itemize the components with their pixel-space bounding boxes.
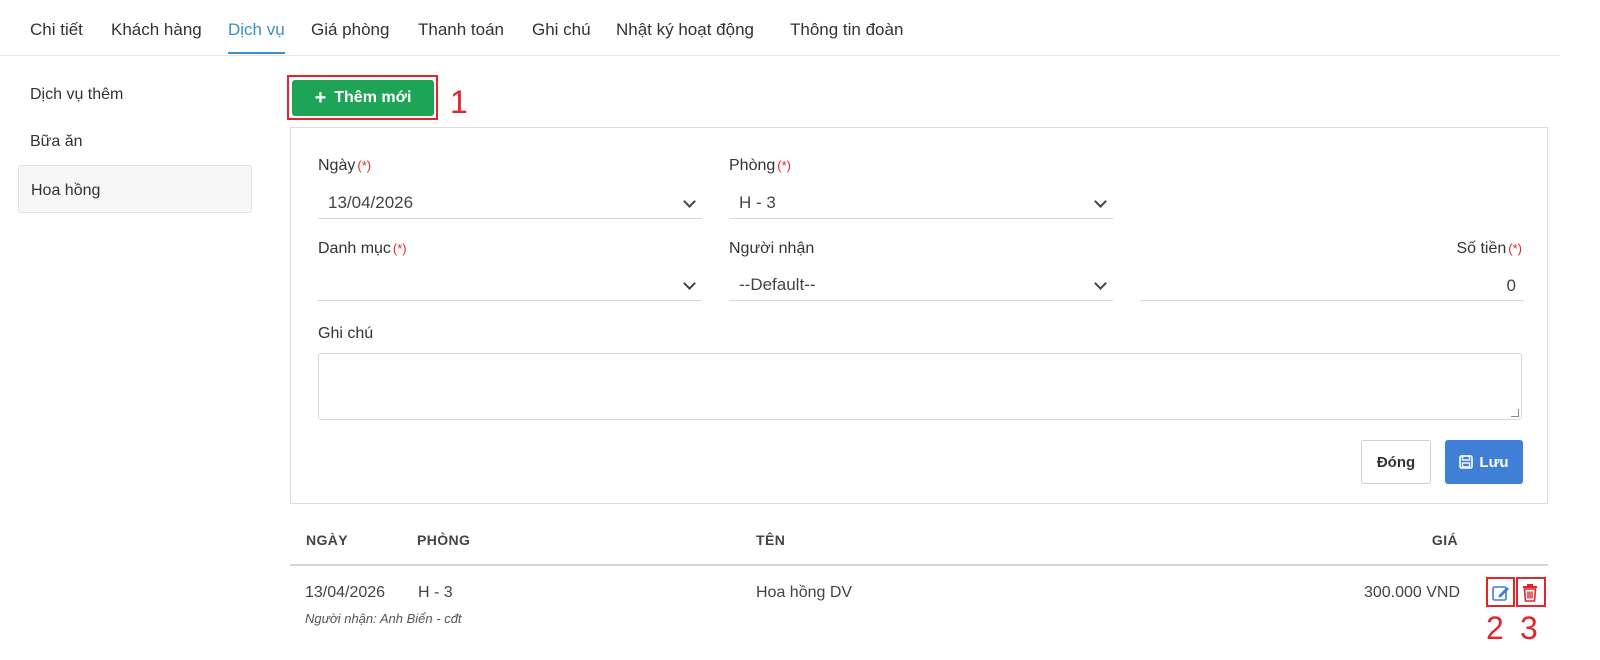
service-form-panel xyxy=(290,127,1548,504)
tab-gia-phong[interactable]: Giá phòng xyxy=(311,20,389,52)
annotation-box-2 xyxy=(1486,577,1515,607)
row-name: Hoa hồng DV xyxy=(756,584,853,601)
tab-dich-vu[interactable]: Dịch vụ xyxy=(228,20,285,54)
room-label: Phòng (*) xyxy=(729,157,791,175)
annotation-box-1 xyxy=(287,75,438,120)
room-select[interactable]: H - 3 xyxy=(729,187,1113,219)
column-header-date: NGÀY xyxy=(306,532,349,548)
category-label: Danh mục (*) xyxy=(318,240,407,258)
room-label-text: Phòng xyxy=(729,157,776,174)
tab-khach-hang[interactable]: Khách hàng xyxy=(111,20,202,52)
annotation-number-1: 1 xyxy=(450,84,468,120)
row-price: 300.000 VND xyxy=(1363,584,1460,601)
annotation-number-3: 3 xyxy=(1520,610,1538,646)
table-header-divider xyxy=(290,564,1548,566)
chevron-down-icon xyxy=(683,195,696,208)
required-mark: (*) xyxy=(1508,241,1522,256)
save-icon xyxy=(1459,455,1474,469)
note-textarea[interactable] xyxy=(318,353,1522,420)
tab-ghi-chu[interactable]: Ghi chú xyxy=(532,20,591,52)
amount-value: 0 xyxy=(1506,276,1516,295)
date-value: 13/04/2026 xyxy=(328,193,414,212)
close-button[interactable]: Đóng xyxy=(1361,440,1431,484)
sidebar-item-hoa-hong[interactable]: Hoa hồng xyxy=(18,165,252,213)
column-header-room: PHÒNG xyxy=(417,532,471,548)
date-label-text: Ngày xyxy=(318,157,356,174)
amount-label: Số tiền (*) xyxy=(1400,240,1522,258)
save-button[interactable]: Lưu xyxy=(1445,440,1523,484)
receiver-select[interactable]: --Default-- xyxy=(729,269,1113,301)
required-mark: (*) xyxy=(392,241,407,256)
sidebar-item-dich-vu-them[interactable]: Dịch vụ thêm xyxy=(18,70,252,118)
tab-bar: Chi tiết Khách hàng Dịch vụ Giá phòng Th… xyxy=(0,0,1560,56)
resize-grip-icon[interactable] xyxy=(1511,409,1519,417)
receiver-value: --Default-- xyxy=(739,275,816,294)
row-receiver: Người nhận: Anh Biển - cđt xyxy=(305,611,462,626)
tab-chi-tiet[interactable]: Chi tiết xyxy=(30,20,83,52)
chevron-down-icon xyxy=(1094,277,1107,290)
category-select[interactable] xyxy=(318,269,702,301)
column-header-price: GIÁ xyxy=(1431,532,1458,548)
date-select[interactable]: 13/04/2026 xyxy=(318,187,702,219)
chevron-down-icon xyxy=(1094,195,1107,208)
date-label: Ngày (*) xyxy=(318,157,371,175)
row-date: 13/04/2026 xyxy=(305,584,386,601)
sidebar-item-bua-an[interactable]: Bữa ăn xyxy=(18,117,252,165)
save-label: Lưu xyxy=(1479,453,1509,471)
column-header-name: TÊN xyxy=(756,532,786,548)
category-label-text: Danh mục xyxy=(318,240,391,257)
tab-thanh-toan[interactable]: Thanh toán xyxy=(418,20,504,52)
amount-label-text: Số tiền xyxy=(1456,240,1507,257)
row-room: H - 3 xyxy=(418,584,453,601)
required-mark: (*) xyxy=(357,158,372,173)
amount-input[interactable]: 0 xyxy=(1140,269,1524,301)
note-label: Ghi chú xyxy=(318,325,374,342)
required-mark: (*) xyxy=(777,158,791,173)
annotation-number-2: 2 xyxy=(1486,610,1504,646)
receiver-label: Người nhận xyxy=(729,240,814,258)
room-value: H - 3 xyxy=(739,193,776,212)
receiver-label-text: Người nhận xyxy=(729,240,815,257)
tab-thong-tin-doan[interactable]: Thông tin đoàn xyxy=(790,20,903,52)
annotation-box-3 xyxy=(1516,577,1546,607)
chevron-down-icon xyxy=(683,277,696,290)
tab-nhat-ky-hoat-dong[interactable]: Nhật ký hoạt động xyxy=(616,20,754,52)
